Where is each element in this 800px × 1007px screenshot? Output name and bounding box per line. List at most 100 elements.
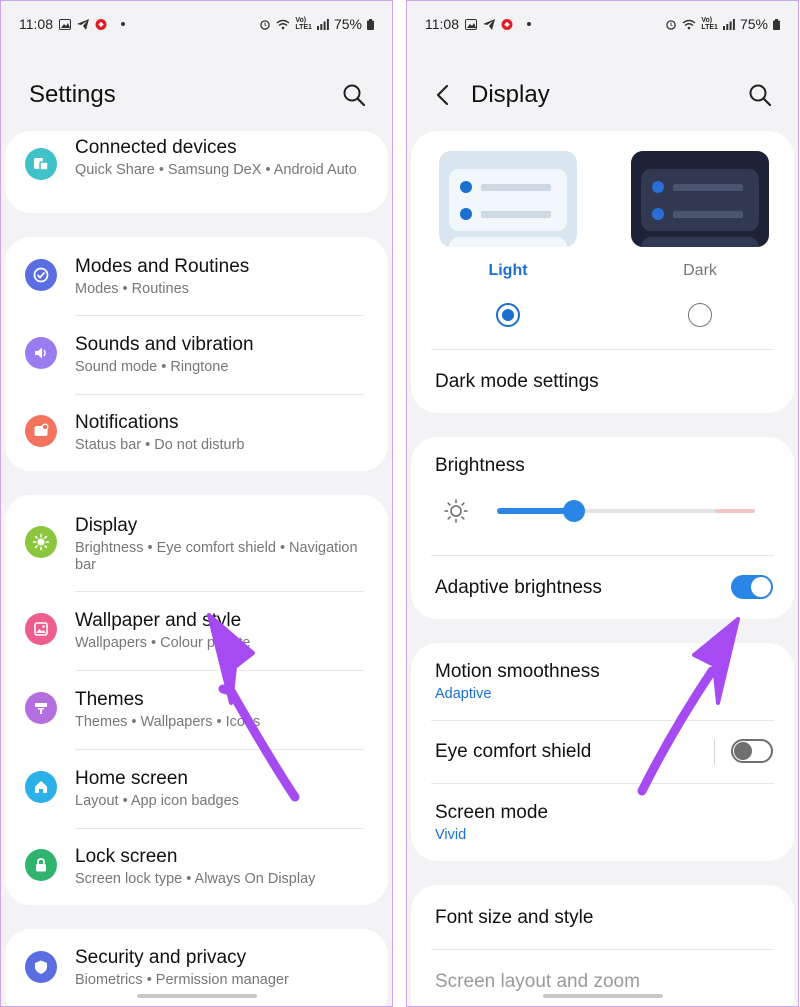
item-title: Sounds and vibration: [75, 334, 254, 355]
page-title: Settings: [29, 81, 116, 108]
item-title: Display: [75, 515, 138, 536]
wifi-icon: [682, 19, 696, 29]
display-settings-screen: 11:08 Vo) LTE1 75% Display Light Dark Da…: [406, 0, 799, 1007]
item-subtitle: Screen lock type • Always On Display: [75, 871, 316, 887]
vertical-separator: [714, 739, 715, 765]
font-card: Font size and style Screen layout and zo…: [411, 885, 794, 1006]
item-title: Wallpaper and style: [75, 610, 242, 631]
item-subtitle: Themes • Wallpapers • Icons: [75, 714, 261, 730]
screen-layout-zoom-item[interactable]: Screen layout and zoom: [435, 971, 640, 993]
dark-theme-radio[interactable]: [688, 303, 712, 327]
telegram-icon: [77, 18, 89, 30]
modes-routines-icon: [25, 259, 57, 291]
status-bar: 11:08 Vo) LTE1 75%: [407, 1, 798, 47]
notification-app-icon: [501, 18, 513, 30]
settings-card-display: Display Brightness • Eye comfort shield …: [5, 495, 388, 905]
notifications-icon: [25, 415, 57, 447]
shield-icon: [25, 951, 57, 983]
font-size-style-item[interactable]: Font size and style: [435, 907, 593, 929]
search-icon[interactable]: [340, 81, 368, 109]
settings-item-connected-devices[interactable]: Connected devices Quick Share • Samsung …: [5, 131, 388, 213]
motion-smoothness-label: Motion smoothness: [435, 661, 600, 682]
status-time: 11:08: [19, 16, 53, 32]
battery-percent: 75%: [333, 16, 362, 32]
alarm-icon: [260, 19, 271, 30]
settings-item-display[interactable]: Display Brightness • Eye comfort shield …: [5, 495, 388, 591]
item-subtitle: Status bar • Do not disturb: [75, 437, 245, 453]
light-theme-preview[interactable]: [439, 151, 577, 247]
alarm-icon: [666, 19, 677, 30]
settings-header: Settings: [1, 61, 392, 131]
settings-card-connections: Connected devices Quick Share • Samsung …: [5, 131, 388, 213]
brightness-slider[interactable]: [497, 500, 755, 522]
display-header: Display: [407, 61, 798, 131]
theme-card: Light Dark Dark mode settings: [411, 131, 794, 413]
battery-icon: [773, 18, 780, 30]
notification-app-icon: [95, 18, 107, 30]
item-subtitle: Sound mode • Ringtone: [75, 359, 229, 375]
item-title: Lock screen: [75, 846, 178, 867]
page-title: Display: [471, 81, 550, 108]
volte-label: Vo) LTE1: [701, 17, 718, 31]
search-icon[interactable]: [746, 81, 774, 109]
back-arrow-icon[interactable]: [431, 81, 455, 109]
settings-item-notifications[interactable]: Notifications Status bar • Do not distur…: [5, 395, 388, 471]
settings-item-lock-screen[interactable]: Lock screen Screen lock type • Always On…: [5, 829, 388, 905]
light-theme-radio[interactable]: [496, 303, 520, 327]
lock-icon: [25, 849, 57, 881]
home-indicator: [136, 994, 257, 998]
settings-item-home-screen[interactable]: Home screen Layout • App icon badges: [5, 750, 388, 828]
wallpaper-icon: [25, 613, 57, 645]
divider: [431, 555, 774, 556]
settings-item-wallpaper[interactable]: Wallpaper and style Wallpapers • Colour …: [5, 592, 388, 670]
signal-icon: [722, 18, 735, 30]
home-icon: [25, 771, 57, 803]
divider: [431, 349, 774, 350]
home-indicator: [542, 994, 663, 998]
dark-theme-label: Dark: [683, 262, 717, 279]
volume-icon: [25, 337, 57, 369]
adaptive-brightness-toggle[interactable]: [731, 575, 773, 599]
dark-mode-settings-item[interactable]: Dark mode settings: [435, 371, 599, 393]
motion-smoothness-item[interactable]: Motion smoothness Adaptive: [411, 643, 794, 721]
screen-mode-label: Screen mode: [435, 802, 549, 823]
settings-item-sounds[interactable]: Sounds and vibration Sound mode • Ringto…: [5, 316, 388, 394]
gallery-icon: [465, 18, 477, 30]
volte-label: Vo) LTE1: [295, 17, 312, 31]
slider-thumb[interactable]: [563, 500, 585, 522]
screen-mode-item[interactable]: Screen mode Vivid: [411, 784, 794, 861]
item-title: Themes: [75, 689, 144, 710]
dark-theme-preview[interactable]: [631, 151, 769, 247]
gallery-icon: [59, 18, 71, 30]
wifi-icon: [276, 19, 290, 29]
item-subtitle: Quick Share • Samsung DeX • Android Auto: [75, 162, 357, 178]
themes-icon: [25, 692, 57, 724]
divider: [431, 949, 774, 950]
battery-icon: [367, 18, 374, 30]
eye-comfort-shield-label: Eye comfort shield: [435, 741, 592, 762]
sun-icon: [444, 499, 468, 523]
item-title: Home screen: [75, 768, 188, 789]
item-subtitle: Wallpapers • Colour palette: [75, 635, 251, 651]
status-time: 11:08: [425, 16, 459, 32]
slider-high-zone: [715, 509, 755, 513]
display-options-card: Motion smoothness Adaptive Eye comfort s…: [411, 643, 794, 861]
more-notifications-dot: [527, 22, 531, 26]
settings-item-modes-routines[interactable]: Modes and Routines Modes • Routines: [5, 237, 388, 315]
battery-percent: 75%: [739, 16, 768, 32]
motion-smoothness-value: Adaptive: [435, 686, 492, 702]
settings-item-themes[interactable]: Themes Themes • Wallpapers • Icons: [5, 671, 388, 749]
eye-comfort-toggle[interactable]: [731, 739, 773, 763]
item-title: Security and privacy: [75, 947, 247, 968]
item-title: Modes and Routines: [75, 256, 250, 277]
brightness-card: Brightness Adaptive brightness: [411, 437, 794, 619]
item-title: Connected devices: [75, 137, 237, 158]
connected-devices-icon: [25, 148, 57, 180]
display-brightness-icon: [25, 526, 57, 558]
item-subtitle: Brightness • Eye comfort shield • Naviga…: [75, 540, 358, 573]
item-subtitle: Biometrics • Permission manager: [75, 972, 289, 988]
eye-comfort-shield-item[interactable]: Eye comfort shield: [411, 721, 794, 783]
telegram-icon: [483, 18, 495, 30]
adaptive-brightness-label: Adaptive brightness: [435, 577, 602, 598]
brightness-label: Brightness: [435, 455, 525, 476]
